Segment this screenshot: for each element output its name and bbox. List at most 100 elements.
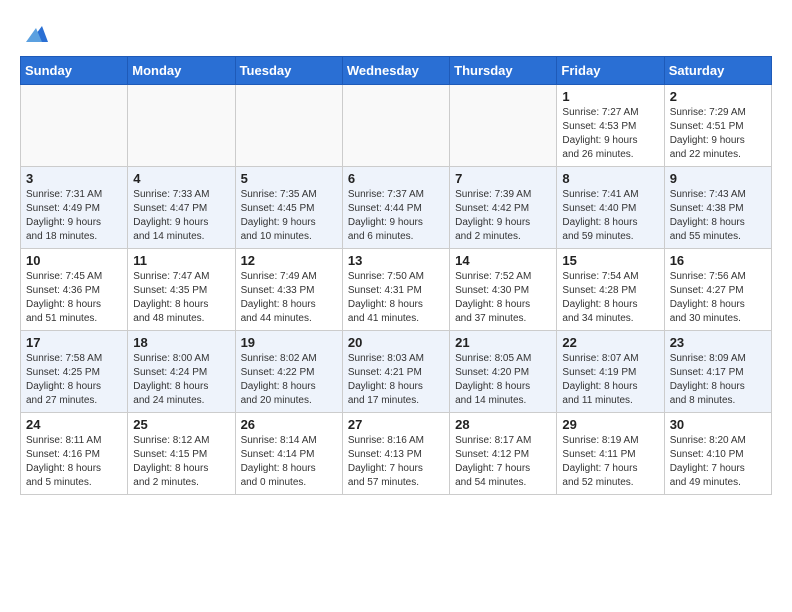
day-info: Sunrise: 7:58 AM Sunset: 4:25 PM Dayligh… [26,352,122,408]
day-info: Sunrise: 7:54 AM Sunset: 4:28 PM Dayligh… [562,270,658,326]
day-info: Sunrise: 7:37 AM Sunset: 4:44 PM Dayligh… [348,188,444,244]
calendar-cell: 7 Sunrise: 7:39 AM Sunset: 4:42 PM Daylig… [450,167,557,249]
calendar-cell: 28Sunrise: 8:17 AM Sunset: 4:12 PM Dayli… [450,413,557,495]
day-number: 13 [348,253,444,268]
day-number: 29 [562,417,658,432]
calendar-cell [21,85,128,167]
day-number: 23 [670,335,766,350]
calendar-cell: 27Sunrise: 8:16 AM Sunset: 4:13 PM Dayli… [342,413,449,495]
calendar-cell: 13 Sunrise: 7:50 AM Sunset: 4:31 PM Dayli… [342,249,449,331]
weekday-header-wednesday: Wednesday [342,57,449,85]
calendar-cell: 3 Sunrise: 7:31 AM Sunset: 4:49 PM Daylig… [21,167,128,249]
calendar-cell: 6 Sunrise: 7:37 AM Sunset: 4:44 PM Daylig… [342,167,449,249]
day-number: 10 [26,253,122,268]
day-number: 3 [26,171,122,186]
calendar-cell [235,85,342,167]
day-info: Sunrise: 8:20 AM Sunset: 4:10 PM Dayligh… [670,434,766,490]
day-number: 15 [562,253,658,268]
calendar-cell [342,85,449,167]
calendar-cell: 24Sunrise: 8:11 AM Sunset: 4:16 PM Dayli… [21,413,128,495]
page: SundayMondayTuesdayWednesdayThursdayFrid… [0,0,792,505]
logo [20,20,50,46]
day-info: Sunrise: 7:49 AM Sunset: 4:33 PM Dayligh… [241,270,337,326]
week-row-5: 24Sunrise: 8:11 AM Sunset: 4:16 PM Dayli… [21,413,772,495]
day-number: 22 [562,335,658,350]
day-info: Sunrise: 7:43 AM Sunset: 4:38 PM Dayligh… [670,188,766,244]
calendar-cell: 9 Sunrise: 7:43 AM Sunset: 4:38 PM Daylig… [664,167,771,249]
calendar-cell: 20Sunrise: 8:03 AM Sunset: 4:21 PM Dayli… [342,331,449,413]
day-info: Sunrise: 8:17 AM Sunset: 4:12 PM Dayligh… [455,434,551,490]
weekday-header-sunday: Sunday [21,57,128,85]
day-info: Sunrise: 8:12 AM Sunset: 4:15 PM Dayligh… [133,434,229,490]
weekday-header-tuesday: Tuesday [235,57,342,85]
week-row-1: 1Sunrise: 7:27 AM Sunset: 4:53 PM Daylig… [21,85,772,167]
day-number: 12 [241,253,337,268]
calendar-cell: 10Sunrise: 7:45 AM Sunset: 4:36 PM Dayli… [21,249,128,331]
day-info: Sunrise: 7:33 AM Sunset: 4:47 PM Dayligh… [133,188,229,244]
day-number: 2 [670,89,766,104]
day-number: 5 [241,171,337,186]
day-info: Sunrise: 7:31 AM Sunset: 4:49 PM Dayligh… [26,188,122,244]
calendar-cell [128,85,235,167]
day-number: 8 [562,171,658,186]
day-number: 30 [670,417,766,432]
day-info: Sunrise: 8:09 AM Sunset: 4:17 PM Dayligh… [670,352,766,408]
calendar-cell: 25 Sunrise: 8:12 AM Sunset: 4:15 PM Dayli… [128,413,235,495]
weekday-header-thursday: Thursday [450,57,557,85]
day-number: 11 [133,253,229,268]
day-info: Sunrise: 7:39 AM Sunset: 4:42 PM Dayligh… [455,188,551,244]
day-info: Sunrise: 8:19 AM Sunset: 4:11 PM Dayligh… [562,434,658,490]
calendar-cell [450,85,557,167]
day-info: Sunrise: 8:07 AM Sunset: 4:19 PM Dayligh… [562,352,658,408]
day-number: 6 [348,171,444,186]
day-info: Sunrise: 7:27 AM Sunset: 4:53 PM Dayligh… [562,106,658,162]
day-number: 16 [670,253,766,268]
logo-icon [22,18,50,46]
calendar-cell: 8 Sunrise: 7:41 AM Sunset: 4:40 PM Daylig… [557,167,664,249]
calendar-cell: 15 Sunrise: 7:54 AM Sunset: 4:28 PM Dayli… [557,249,664,331]
calendar-cell: 17 Sunrise: 7:58 AM Sunset: 4:25 PM Dayli… [21,331,128,413]
day-number: 9 [670,171,766,186]
week-row-4: 17 Sunrise: 7:58 AM Sunset: 4:25 PM Dayli… [21,331,772,413]
calendar-cell: 22 Sunrise: 8:07 AM Sunset: 4:19 PM Dayli… [557,331,664,413]
calendar-cell: 16Sunrise: 7:56 AM Sunset: 4:27 PM Dayli… [664,249,771,331]
calendar-cell: 30 Sunrise: 8:20 AM Sunset: 4:10 PM Dayli… [664,413,771,495]
weekday-header-monday: Monday [128,57,235,85]
day-number: 14 [455,253,551,268]
calendar-cell: 18Sunrise: 8:00 AM Sunset: 4:24 PM Dayli… [128,331,235,413]
calendar-cell: 14Sunrise: 7:52 AM Sunset: 4:30 PM Dayli… [450,249,557,331]
calendar-cell: 12 Sunrise: 7:49 AM Sunset: 4:33 PM Dayli… [235,249,342,331]
calendar-cell: 26 Sunrise: 8:14 AM Sunset: 4:14 PM Dayli… [235,413,342,495]
day-info: Sunrise: 7:35 AM Sunset: 4:45 PM Dayligh… [241,188,337,244]
day-number: 26 [241,417,337,432]
day-number: 25 [133,417,229,432]
day-info: Sunrise: 7:29 AM Sunset: 4:51 PM Dayligh… [670,106,766,162]
day-number: 17 [26,335,122,350]
day-info: Sunrise: 7:47 AM Sunset: 4:35 PM Dayligh… [133,270,229,326]
header [20,16,772,46]
day-info: Sunrise: 8:02 AM Sunset: 4:22 PM Dayligh… [241,352,337,408]
calendar-cell: 4 Sunrise: 7:33 AM Sunset: 4:47 PM Daylig… [128,167,235,249]
day-info: Sunrise: 7:41 AM Sunset: 4:40 PM Dayligh… [562,188,658,244]
day-info: Sunrise: 8:14 AM Sunset: 4:14 PM Dayligh… [241,434,337,490]
calendar-cell: 2 Sunrise: 7:29 AM Sunset: 4:51 PM Daylig… [664,85,771,167]
weekday-header-friday: Friday [557,57,664,85]
day-number: 7 [455,171,551,186]
day-number: 4 [133,171,229,186]
weekday-header-row: SundayMondayTuesdayWednesdayThursdayFrid… [21,57,772,85]
weekday-header-saturday: Saturday [664,57,771,85]
day-info: Sunrise: 8:03 AM Sunset: 4:21 PM Dayligh… [348,352,444,408]
calendar-cell: 11 Sunrise: 7:47 AM Sunset: 4:35 PM Dayli… [128,249,235,331]
day-info: Sunrise: 8:16 AM Sunset: 4:13 PM Dayligh… [348,434,444,490]
calendar-cell: 29 Sunrise: 8:19 AM Sunset: 4:11 PM Dayli… [557,413,664,495]
day-number: 24 [26,417,122,432]
day-number: 21 [455,335,551,350]
calendar-cell: 21Sunrise: 8:05 AM Sunset: 4:20 PM Dayli… [450,331,557,413]
calendar-cell: 23 Sunrise: 8:09 AM Sunset: 4:17 PM Dayli… [664,331,771,413]
day-info: Sunrise: 8:00 AM Sunset: 4:24 PM Dayligh… [133,352,229,408]
week-row-3: 10Sunrise: 7:45 AM Sunset: 4:36 PM Dayli… [21,249,772,331]
week-row-2: 3 Sunrise: 7:31 AM Sunset: 4:49 PM Daylig… [21,167,772,249]
calendar-cell: 1Sunrise: 7:27 AM Sunset: 4:53 PM Daylig… [557,85,664,167]
day-number: 19 [241,335,337,350]
day-info: Sunrise: 7:50 AM Sunset: 4:31 PM Dayligh… [348,270,444,326]
